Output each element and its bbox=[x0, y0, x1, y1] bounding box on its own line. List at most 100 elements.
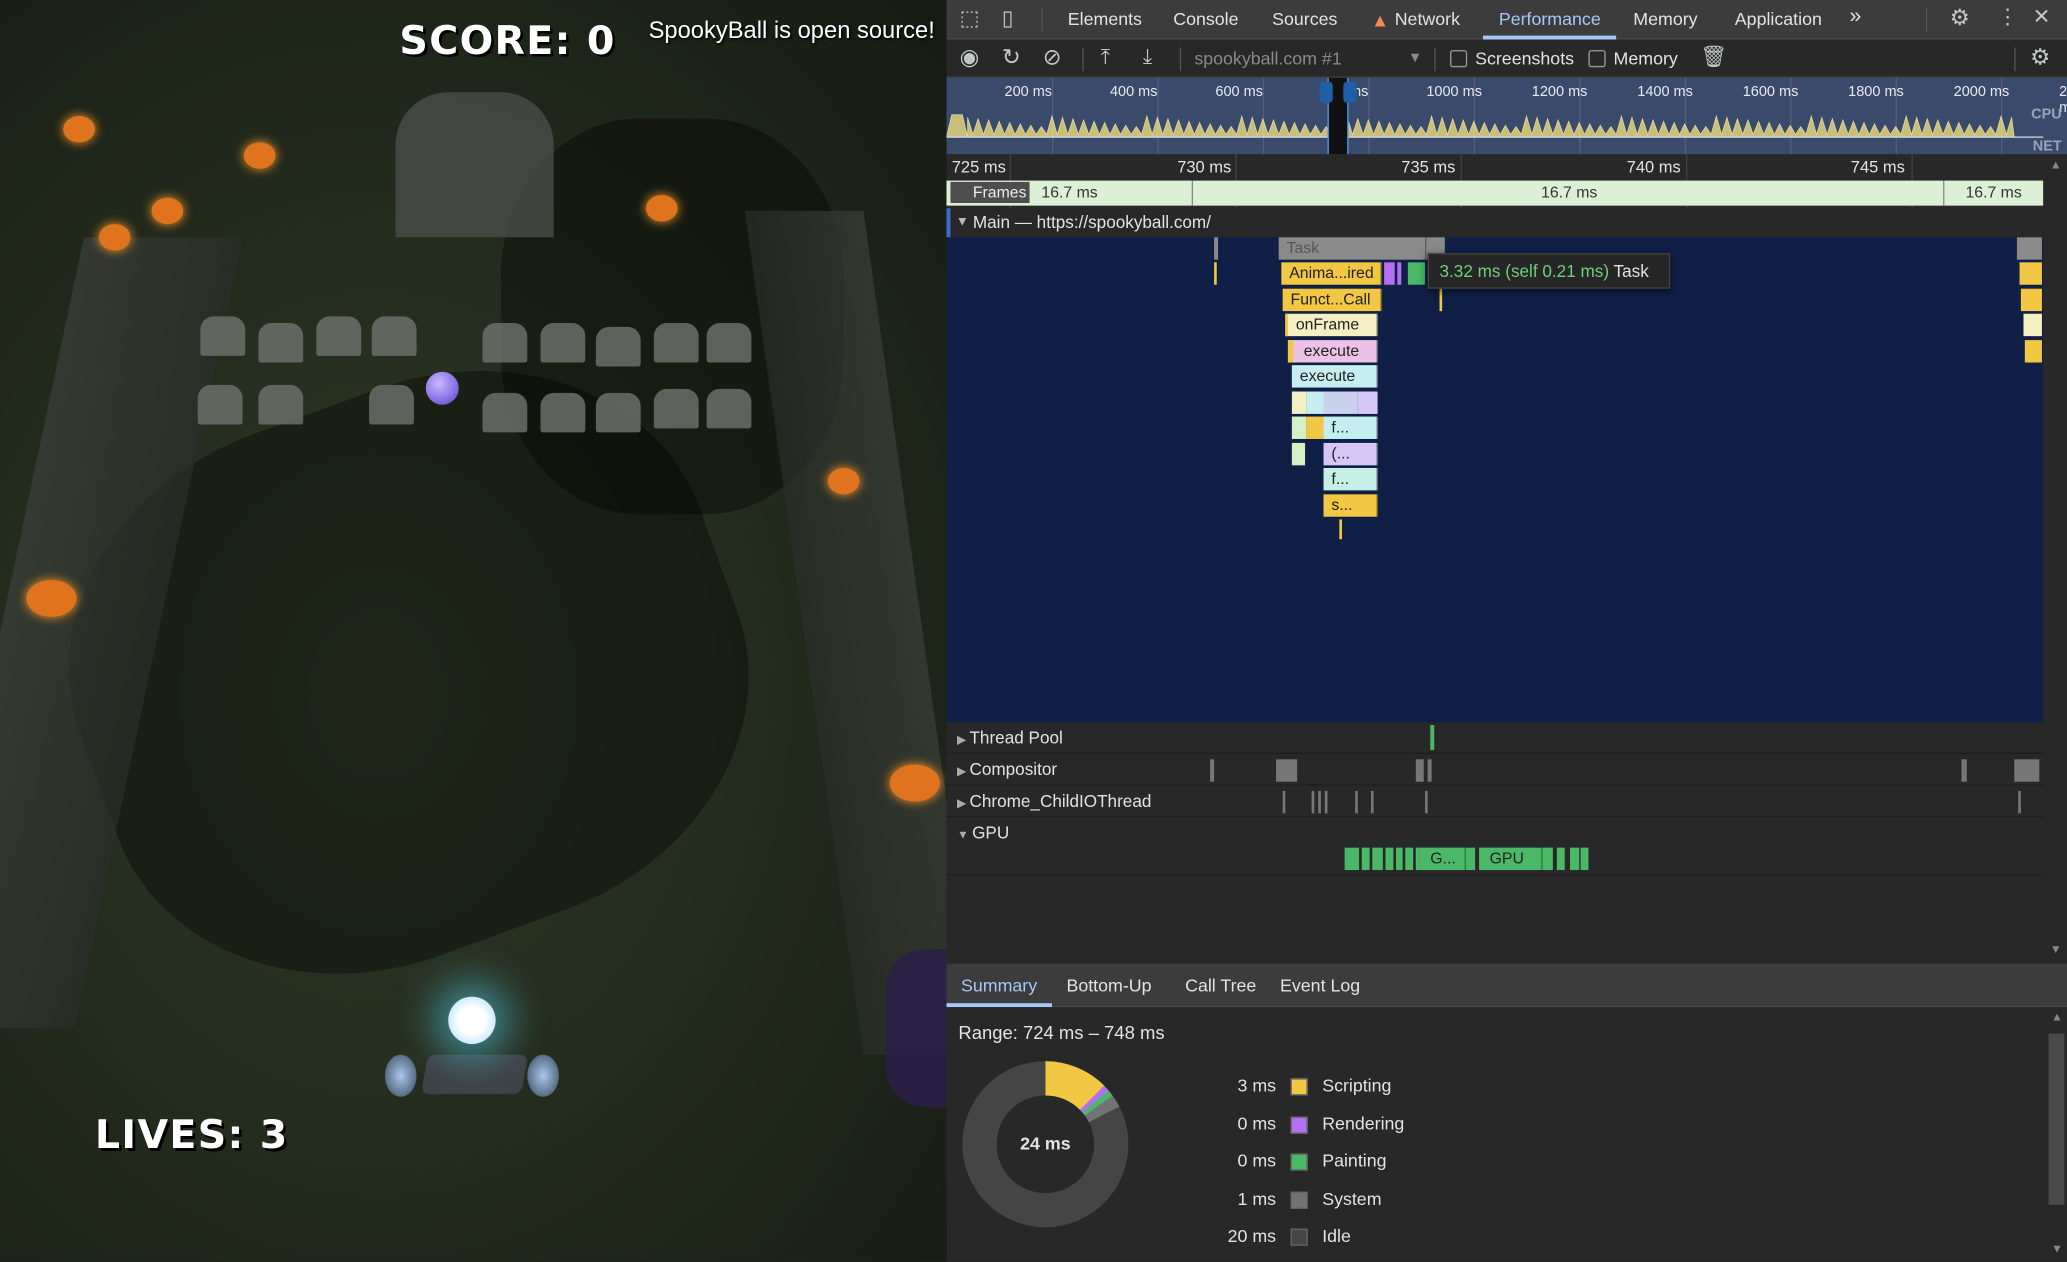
legend-swatch bbox=[1290, 1153, 1308, 1171]
ball bbox=[448, 996, 496, 1045]
gpu-bar bbox=[1570, 847, 1580, 871]
flame-execute[interactable]: execute bbox=[1291, 365, 1378, 388]
legend-label: Painting bbox=[1322, 1150, 1387, 1171]
gpu-bar bbox=[1396, 847, 1403, 871]
main-thread-header[interactable]: ▼ Main — https://spookyball.com/ bbox=[946, 208, 2044, 238]
frame-duration[interactable]: 16.7 ms bbox=[1965, 183, 2021, 201]
inspect-element-icon[interactable]: ⬚ bbox=[960, 9, 980, 30]
tab-summary[interactable]: Summary bbox=[961, 975, 1037, 995]
flame-anonymous[interactable]: (... bbox=[1323, 442, 1378, 466]
paddle-right-orb bbox=[527, 1054, 559, 1097]
tab-elements[interactable]: Elements bbox=[1068, 9, 1142, 29]
screenshots-label: Screenshots bbox=[1475, 48, 1575, 69]
flame-function-call[interactable]: Funct...Call bbox=[1282, 288, 1382, 312]
tab-network[interactable]: Network bbox=[1395, 9, 1460, 29]
flame-s[interactable]: s... bbox=[1323, 494, 1378, 517]
tab-memory[interactable]: Memory bbox=[1633, 9, 1697, 29]
open-source-link[interactable]: SpookyBall is open source! bbox=[649, 17, 935, 45]
ruler-tick: 745 ms bbox=[1850, 158, 1905, 177]
cpu-area bbox=[946, 114, 2015, 138]
device-toolbar-icon[interactable]: ▯ bbox=[1002, 9, 1014, 30]
ruler-tick: 725 ms bbox=[951, 158, 1006, 177]
overview-tick: 400 ms bbox=[1109, 84, 1158, 101]
crypt bbox=[395, 92, 554, 238]
legend-label: Rendering bbox=[1322, 1113, 1405, 1134]
lives-label: LIVES: 3 bbox=[94, 1112, 289, 1159]
game-canvas[interactable]: SCORE: 0 LIVES: 3 SpookyBall is open sou… bbox=[0, 0, 947, 1262]
reload-record-icon[interactable]: ↻ bbox=[1002, 46, 1021, 68]
gpu-block[interactable]: GPU bbox=[1479, 847, 1543, 871]
capture-settings-gear-icon[interactable]: ⚙ bbox=[2030, 46, 2050, 68]
track-compositor[interactable]: ▶ Compositor bbox=[946, 754, 2044, 786]
flame-function[interactable]: f... bbox=[1323, 416, 1378, 439]
memory-label: Memory bbox=[1613, 48, 1678, 69]
screenshots-checkbox[interactable] bbox=[1450, 50, 1468, 68]
tab-sources[interactable]: Sources bbox=[1272, 9, 1337, 29]
summary-donut-chart: 24 ms bbox=[962, 1061, 1129, 1228]
tab-application[interactable]: Application bbox=[1735, 9, 1822, 29]
track-label: ▶ Chrome_ChildIOThread bbox=[957, 790, 1152, 811]
track-gpu[interactable]: ▼ GPU G... GPU bbox=[946, 817, 2044, 876]
overview-tick: 600 ms bbox=[1215, 84, 1263, 101]
clear-icon[interactable]: ⊘ bbox=[1043, 46, 1062, 68]
legend-swatch bbox=[1290, 1115, 1308, 1134]
paddle bbox=[420, 1054, 529, 1095]
summary-panel: Range: 724 ms – 748 ms 24 ms 3 ms Scripti… bbox=[946, 1007, 2067, 1262]
devtools-panel: ⬚ ▯ Elements Console Sources ▲ Network P… bbox=[946, 0, 2067, 1262]
selection-handle-right[interactable] bbox=[1343, 81, 1357, 103]
flame-task[interactable]: Task bbox=[1278, 237, 1427, 260]
tab-call-tree[interactable]: Call Tree bbox=[1185, 975, 1256, 995]
tree bbox=[885, 949, 947, 1108]
tab-performance[interactable]: Performance bbox=[1499, 9, 1601, 29]
timeline-scrollbar[interactable]: ▲ ▼ bbox=[2043, 154, 2067, 963]
tab-console[interactable]: Console bbox=[1173, 9, 1238, 29]
trash-icon[interactable]: 🗑 bbox=[1701, 47, 1728, 68]
tooltip-name: Task bbox=[1613, 261, 1649, 281]
close-devtools-icon[interactable]: ✕ bbox=[2033, 7, 2051, 29]
frame-duration[interactable]: 16.7 ms bbox=[1541, 183, 1597, 201]
flame-onframe[interactable]: onFrame bbox=[1285, 313, 1378, 337]
main-thread-title: Main — https://spookyball.com/ bbox=[972, 212, 1211, 233]
time-ruler: 725 ms 730 ms 735 ms 740 ms 745 ms bbox=[946, 154, 2044, 181]
gpu-bar bbox=[1542, 847, 1553, 871]
collapse-triangle-icon[interactable]: ▼ bbox=[956, 215, 969, 230]
gpu-block[interactable]: G... bbox=[1419, 847, 1466, 871]
ruler-tick: 740 ms bbox=[1626, 158, 1681, 177]
settings-gear-icon[interactable]: ⚙ bbox=[1950, 7, 1970, 29]
flame-execute[interactable]: execute bbox=[1287, 340, 1378, 363]
upload-profile-icon[interactable]: ⤒ bbox=[1101, 47, 1110, 68]
gpu-bar bbox=[1556, 847, 1565, 871]
cpu-label: CPU bbox=[2031, 106, 2062, 123]
legend-value: 1 ms bbox=[1237, 1188, 1277, 1209]
legend-label: System bbox=[1322, 1188, 1382, 1209]
legend-swatch bbox=[1290, 1191, 1308, 1209]
gpu-bar bbox=[1344, 847, 1360, 871]
frames-track[interactable]: Frames 16.7 ms 16.7 ms 16.7 ms bbox=[946, 180, 2044, 206]
timeline-overview[interactable]: 200 ms400 ms600 ms800 ms1000 ms1200 ms14… bbox=[946, 77, 2067, 155]
performance-toolbar: ◉ ↻ ⊘ ⤒ ⤓ spookyball.com #1 ▼ Screenshot… bbox=[946, 39, 2067, 78]
track-chrome-childiothread[interactable]: ▶ Chrome_ChildIOThread bbox=[946, 785, 2044, 818]
selection-handle-left[interactable] bbox=[1319, 81, 1333, 103]
track-thread-pool[interactable]: ▶ Thread Pool bbox=[946, 722, 2044, 755]
overview-tick: 1600 ms bbox=[1742, 84, 1799, 101]
record-icon[interactable]: ◉ bbox=[960, 46, 980, 68]
more-options-icon[interactable]: ⋮ bbox=[1997, 7, 2018, 29]
summary-scrollbar[interactable]: ▲ ▼ bbox=[2045, 1007, 2067, 1262]
legend-swatch bbox=[1290, 1228, 1308, 1246]
net-label: NET bbox=[2032, 138, 2062, 155]
frame-duration[interactable]: 16.7 ms bbox=[1041, 183, 1097, 201]
more-tabs-button[interactable]: » bbox=[1849, 5, 1861, 29]
tooltip-duration: 3.32 ms (self 0.21 ms) bbox=[1439, 261, 1610, 281]
memory-checkbox[interactable] bbox=[1588, 50, 1606, 68]
score-label: SCORE: 0 bbox=[399, 18, 616, 65]
tab-bottom-up[interactable]: Bottom-Up bbox=[1066, 975, 1151, 995]
flame-function[interactable]: f... bbox=[1323, 467, 1378, 491]
tab-event-log[interactable]: Event Log bbox=[1280, 975, 1360, 995]
flame-chart[interactable]: Task Anima...ired Funct...Call onFrame e… bbox=[946, 237, 2044, 723]
ruler-tick: 735 ms bbox=[1401, 158, 1456, 177]
target-select[interactable]: spookyball.com #1 bbox=[1194, 49, 1341, 69]
ruler-tick: 730 ms bbox=[1177, 158, 1232, 177]
warning-icon: ▲ bbox=[1370, 9, 1390, 31]
flame-animation-frame-fired[interactable]: Anima...ired bbox=[1281, 262, 1382, 285]
download-profile-icon[interactable]: ⤓ bbox=[1143, 47, 1152, 68]
